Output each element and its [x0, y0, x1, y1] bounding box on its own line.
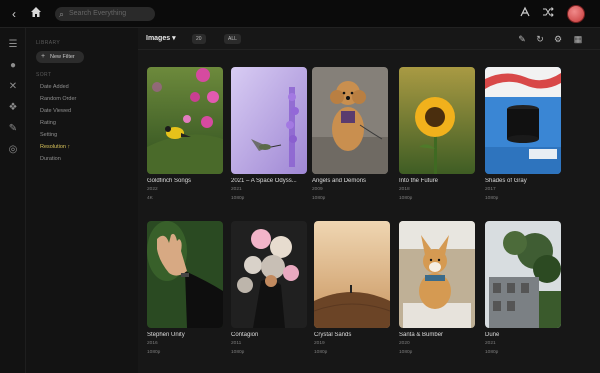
settings-icon[interactable]: ◎ — [6, 143, 20, 157]
pin-icon[interactable]: ● — [6, 59, 20, 73]
sidebar-item-setting[interactable]: Setting — [40, 132, 57, 138]
settings-icon[interactable]: ⚙ — [552, 33, 564, 45]
sidebar-section-sort: SORT — [36, 72, 52, 78]
text-format-icon[interactable] — [517, 6, 533, 22]
media-card[interactable]: Shades of Gray 2017 1080p — [485, 67, 561, 201]
view-grid-icon[interactable]: ▦ — [572, 33, 584, 45]
card-year: 2021 — [485, 341, 496, 346]
shuffle-icon[interactable] — [540, 6, 556, 22]
avatar[interactable] — [567, 5, 585, 23]
sidebar-item-date-added[interactable]: Date Added — [40, 84, 69, 90]
media-card[interactable]: Dune 2021 1080p — [485, 221, 561, 355]
sidebar-item-resolution[interactable]: Resolution ↑ — [40, 144, 70, 150]
media-card[interactable]: 2021 – A Space Odyss... 2021 1080p — [231, 67, 307, 201]
thumbnail-camera-lens[interactable] — [485, 67, 561, 174]
shuffle-icon[interactable]: ✕ — [6, 80, 20, 94]
card-resolution: 1080p — [399, 196, 413, 201]
thumbnail-corgi[interactable] — [399, 221, 475, 328]
card-resolution: 1080p — [485, 196, 499, 201]
card-title: Angels and Demons — [312, 178, 367, 184]
search-input[interactable]: ⌕ Search Everything — [55, 7, 155, 21]
card-year: 2017 — [485, 187, 496, 192]
card-resolution: 1080p — [231, 350, 245, 355]
media-card[interactable]: Crystal Sands 2019 1080p — [314, 221, 390, 355]
sidebar-item-rating[interactable]: Rating — [40, 120, 56, 126]
sidebar-item-random-order[interactable]: Random Order — [40, 96, 76, 102]
library-title[interactable]: Images ▾ — [146, 34, 176, 42]
sidebar-item-duration[interactable]: Duration — [40, 156, 61, 162]
sidebar-item-date-viewed[interactable]: Date Viewed — [40, 108, 71, 114]
thumbnail-balloons[interactable] — [231, 221, 307, 328]
top-bar: ‹ ⌕ Search Everything — [0, 0, 600, 28]
card-resolution: 4K — [147, 196, 153, 201]
search-icon: ⌕ — [59, 9, 65, 19]
icon-rail: ☰ ● ✕ ❖ ✎ ◎ — [0, 28, 26, 373]
card-resolution: 1080p — [231, 196, 245, 201]
card-title: Contagion — [231, 332, 259, 338]
card-year: 2020 — [399, 341, 410, 346]
card-resolution: 1080p — [399, 350, 413, 355]
thumbnail-goldfinch[interactable] — [147, 67, 223, 174]
menu-icon[interactable]: ☰ — [6, 38, 20, 52]
main-toolbar: Images ▾ 20 ALL ✎ ↻ ⚙ ▦ — [138, 28, 600, 50]
thumbnail-poodle[interactable] — [312, 67, 388, 174]
card-title: Crystal Sands — [314, 332, 352, 338]
card-title: Santa & Bumber — [399, 332, 444, 338]
count-pill[interactable]: 20 — [192, 34, 206, 44]
card-resolution: 1080p — [314, 350, 328, 355]
card-resolution: 1080p — [147, 350, 161, 355]
home-icon[interactable] — [28, 6, 44, 22]
card-year: 2021 — [231, 187, 242, 192]
new-filter-label: New Filter — [50, 54, 75, 60]
thumbnail-house[interactable] — [485, 221, 561, 328]
sidebar: LIBRARY + New Filter SORT Date Added Ran… — [26, 28, 138, 373]
plugin-icon[interactable]: ❖ — [6, 101, 20, 115]
card-resolution: 1080p — [312, 196, 326, 201]
card-title: 2021 – A Space Odyss... — [231, 178, 297, 184]
media-card[interactable]: Santa & Bumber 2020 1080p — [399, 221, 475, 355]
media-card[interactable]: Angels and Demons 2009 1080p — [312, 67, 388, 201]
media-card[interactable]: Goldfinch Songs 2022 4K — [147, 67, 223, 201]
refresh-icon[interactable]: ↻ — [534, 33, 546, 45]
card-title: Shades of Gray — [485, 178, 527, 184]
card-year: 2019 — [314, 341, 325, 346]
thumbnail-desert[interactable] — [314, 221, 390, 328]
new-filter-button[interactable]: + New Filter — [36, 51, 84, 63]
card-title: Into the Future — [399, 178, 439, 184]
card-year: 2009 — [312, 187, 323, 192]
edit-icon[interactable]: ✎ — [6, 122, 20, 136]
sidebar-section-library: LIBRARY — [36, 40, 61, 46]
card-title: Goldfinch Songs — [147, 178, 192, 184]
card-title: Dune — [485, 332, 500, 338]
card-resolution: 1080p — [485, 350, 499, 355]
search-placeholder: Search Everything — [69, 10, 127, 17]
card-title: Stephen Unity — [147, 332, 185, 338]
main-content: Images ▾ 20 ALL ✎ ↻ ⚙ ▦ Goldfinch Songs … — [138, 28, 600, 373]
thumbnail-sunflower[interactable] — [399, 67, 475, 174]
card-year: 2011 — [231, 341, 242, 346]
filter-pill[interactable]: ALL — [224, 34, 241, 44]
card-year: 2022 — [147, 187, 158, 192]
media-card[interactable]: Stephen Unity 2016 1080p — [147, 221, 223, 355]
plus-icon: + — [41, 53, 46, 60]
media-card[interactable]: Contagion 2011 1080p — [231, 221, 307, 355]
edit-icon[interactable]: ✎ — [516, 33, 528, 45]
thumbnail-hummingbird[interactable] — [231, 67, 307, 174]
back-icon[interactable]: ‹ — [6, 6, 22, 22]
thumbnail-hand[interactable] — [147, 221, 223, 328]
media-card[interactable]: Into the Future 2018 1080p — [399, 67, 475, 201]
card-year: 2018 — [399, 187, 410, 192]
card-year: 2016 — [147, 341, 158, 346]
